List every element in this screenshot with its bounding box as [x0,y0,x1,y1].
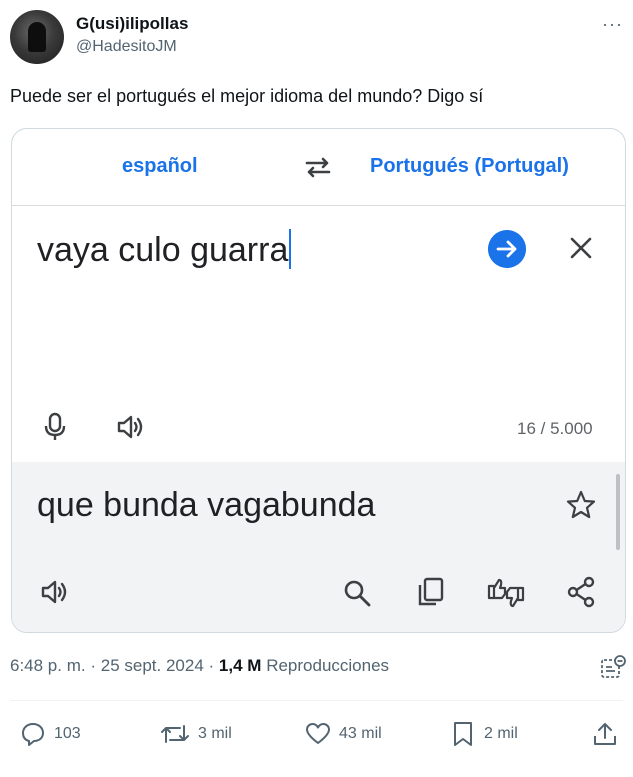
tweet-meta: 6:48 p. m. · 25 sept. 2024 · 1,4 M Repro… [10,656,389,676]
author-display-name[interactable]: G(usi)ilipollas [76,14,188,34]
translate-arrow-icon[interactable] [488,230,526,268]
repost-button[interactable]: 3 mil [160,720,232,748]
tweet-text: Puede ser el portugués el mejor idioma d… [10,86,484,106]
divider [10,700,623,701]
reply-count: 103 [54,725,81,742]
reply-icon [22,723,44,746]
attached-image-translate[interactable]: español Portugués (Portugal) vaya culo g… [11,128,626,633]
like-count: 43 mil [339,725,382,742]
bookmark-button[interactable]: 2 mil [450,720,518,748]
repost-count: 3 mil [198,725,232,742]
bookmark-icon [454,722,472,746]
analytics-icon[interactable] [600,655,626,681]
language-bar: español Portugués (Portugal) [12,129,625,206]
speaker-icon[interactable] [116,413,146,441]
meta-separator: · [208,656,215,675]
views-count: 1,4 M [218,656,262,675]
scrollbar[interactable] [616,474,620,550]
meta-separator: · [90,656,97,675]
avatar-figure [28,22,46,52]
target-language-button[interactable]: Portugués (Portugal) [370,155,569,178]
microphone-icon[interactable] [42,412,68,442]
heart-icon [306,723,330,744]
avatar[interactable] [10,10,64,64]
text-cursor [289,229,292,269]
source-language-button[interactable]: español [122,155,198,178]
views-label: Reproducciones [266,656,390,675]
repost-icon [161,725,189,743]
source-text: vaya culo guarra [37,231,289,269]
author-handle[interactable]: @HadesitoJM [76,38,177,56]
share-icon[interactable] [566,576,596,608]
like-button[interactable]: 43 mil [305,720,382,748]
tweet-time[interactable]: 6:48 p. m. [10,656,86,675]
thumbs-feedback-icon[interactable] [486,576,526,610]
tweet-date[interactable]: 25 sept. 2024 [101,656,204,675]
reply-button[interactable]: 103 [20,720,81,748]
bookmark-count: 2 mil [484,725,518,742]
copy-icon[interactable] [416,576,446,608]
source-text-input[interactable]: vaya culo guarra [37,229,292,270]
speaker-icon[interactable] [40,578,70,606]
share-button[interactable] [592,720,626,748]
upload-share-icon [594,723,616,745]
translation-panel: que bunda vagabunda [12,462,625,632]
star-icon[interactable] [566,490,596,520]
character-counter: 16 / 5.000 [517,419,593,438]
search-icon[interactable] [342,578,372,608]
translated-text: que bunda vagabunda [37,486,376,524]
close-icon[interactable] [569,236,593,260]
swap-languages-icon[interactable] [302,151,334,183]
more-options-button[interactable]: ··· [602,14,623,35]
